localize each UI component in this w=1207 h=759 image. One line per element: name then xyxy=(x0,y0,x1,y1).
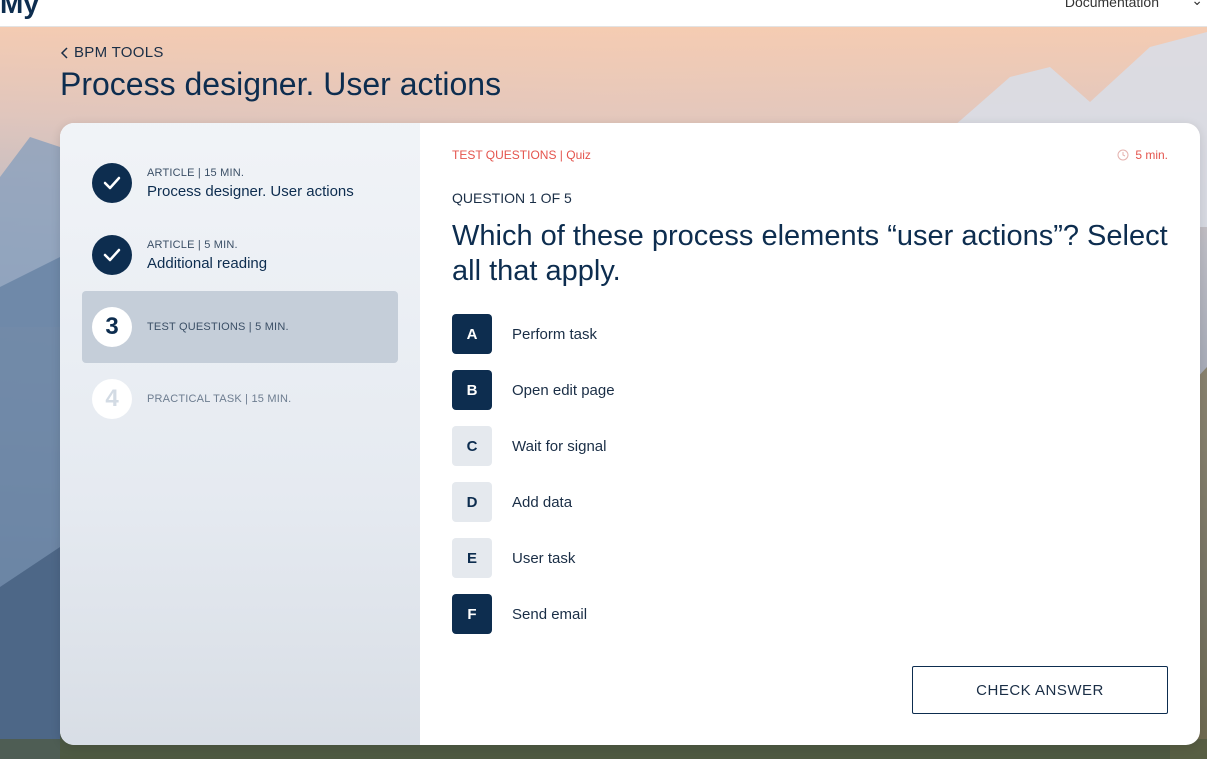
lesson-steps-sidebar: ARTICLE | 15 MIN. Process designer. User… xyxy=(60,123,420,745)
quiz-panel: TEST QUESTIONS | Quiz 5 min. QUESTION 1 … xyxy=(420,123,1200,745)
step-test-questions[interactable]: 3 TEST QUESTIONS | 5 MIN. xyxy=(82,291,398,363)
step-kicker: TEST QUESTIONS | 5 MIN. xyxy=(147,321,289,333)
chevron-left-icon xyxy=(60,46,68,59)
option-label: Perform task xyxy=(512,325,598,343)
breadcrumb[interactable]: BPM TOOLS xyxy=(60,44,164,61)
option-letter: D xyxy=(452,482,492,522)
option-letter: F xyxy=(452,594,492,634)
checkmark-icon xyxy=(103,176,121,190)
checkmark-icon xyxy=(103,248,121,262)
step-additional-reading[interactable]: ARTICLE | 5 MIN. Additional reading xyxy=(82,219,398,291)
top-navigation-bar: My Documentation ⌄ xyxy=(0,0,1207,27)
app-logo[interactable]: My xyxy=(0,0,39,20)
option-label: Send email xyxy=(512,605,588,623)
option-label: Add data xyxy=(512,493,573,511)
check-answer-button[interactable]: CHECK ANSWER xyxy=(912,666,1168,714)
answer-option-c[interactable]: C Wait for signal xyxy=(452,426,606,466)
step-name: Process designer. User actions xyxy=(147,182,354,200)
chevron-down-icon[interactable]: ⌄ xyxy=(1191,0,1203,9)
step-kicker: ARTICLE | 15 MIN. xyxy=(147,166,245,179)
step-article-process-designer[interactable]: ARTICLE | 15 MIN. Process designer. User… xyxy=(82,147,398,219)
lesson-card: ARTICLE | 15 MIN. Process designer. User… xyxy=(60,123,1200,745)
option-letter: B xyxy=(452,370,492,410)
question-counter: QUESTION 1 OF 5 xyxy=(452,190,572,206)
step-name: Additional reading xyxy=(147,254,268,272)
option-letter: A xyxy=(452,314,492,354)
question-text: Which of these process elements “user ac… xyxy=(452,220,1168,287)
step-kicker: PRACTICAL TASK | 15 MIN. xyxy=(147,393,292,405)
step-practical-task[interactable]: 4 PRACTICAL TASK | 15 MIN. xyxy=(82,363,398,435)
option-letter: C xyxy=(452,426,492,466)
answer-option-f[interactable]: F Send email xyxy=(452,594,587,634)
duration-text: 5 min. xyxy=(1135,148,1168,162)
option-label: Open edit page xyxy=(512,381,615,399)
clock-icon xyxy=(1117,149,1129,161)
quiz-duration: 5 min. xyxy=(1117,148,1168,162)
option-letter: E xyxy=(452,538,492,578)
option-label: Wait for signal xyxy=(512,437,607,455)
answer-option-a[interactable]: A Perform task xyxy=(452,314,597,354)
answer-option-b[interactable]: B Open edit page xyxy=(452,370,615,410)
breadcrumb-label: BPM TOOLS xyxy=(74,44,164,61)
step-completed-badge xyxy=(92,235,132,275)
step-number-badge: 3 xyxy=(92,307,132,347)
answer-option-e[interactable]: E User task xyxy=(452,538,575,578)
step-kicker: ARTICLE | 5 MIN. xyxy=(147,238,238,251)
step-number-badge: 4 xyxy=(92,379,132,419)
quiz-tag: TEST QUESTIONS | Quiz xyxy=(452,148,591,162)
page-title: Process designer. User actions xyxy=(60,66,502,102)
step-completed-badge xyxy=(92,163,132,203)
answer-option-d[interactable]: D Add data xyxy=(452,482,572,522)
option-label: User task xyxy=(512,549,576,567)
documentation-link[interactable]: Documentation xyxy=(1065,0,1159,10)
